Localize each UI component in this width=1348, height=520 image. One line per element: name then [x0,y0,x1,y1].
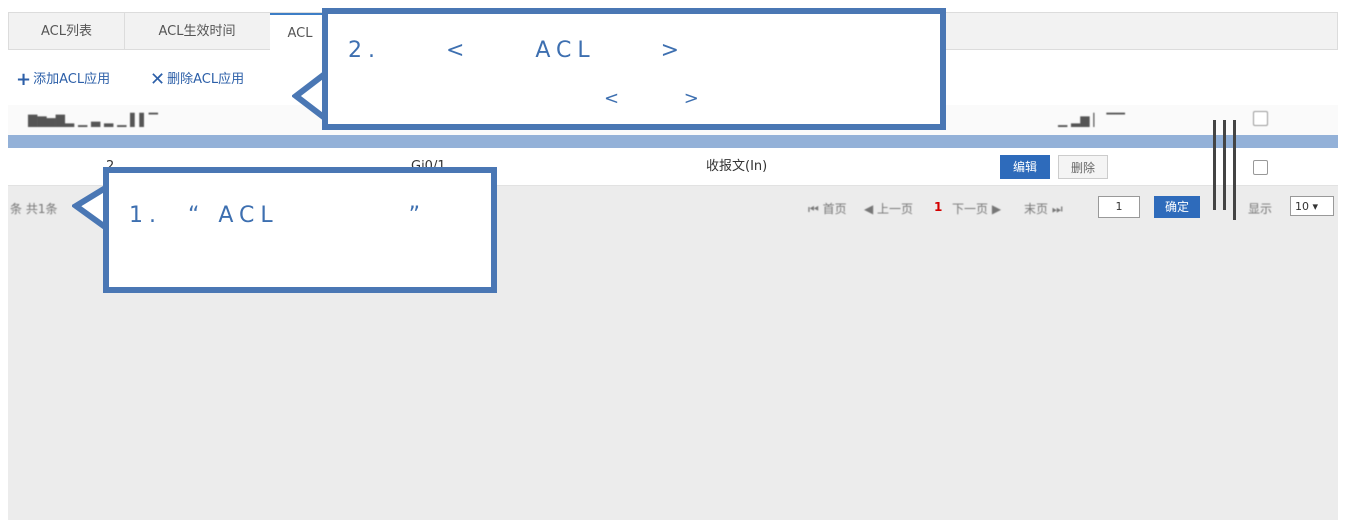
first-page-link[interactable]: ⏮ 首页 [808,200,847,217]
delete-button[interactable]: 删除 [1058,155,1108,179]
delete-acl-application-button[interactable]: ✕ 删除ACL应用 [150,70,244,90]
plus-icon: + [16,69,32,90]
next-page-icon: ▶ [988,202,1002,216]
per-page-select[interactable]: 10 ▾ [1290,196,1334,216]
callout-two-line2: < > [604,88,705,109]
confirm-page-button[interactable]: 确定 [1154,196,1200,218]
callout-two-line1: 2. < ACL > [348,38,686,63]
tab-acl-list[interactable]: ACL列表 [9,13,125,50]
add-acl-application-button[interactable]: + 添加ACL应用 [16,70,110,90]
callout-one-line1: 1. “ ACL ” [129,203,426,228]
tab-acl-effective-time[interactable]: ACL生效时间 [124,13,271,50]
callout-two: 2. < ACL > < > [322,8,946,130]
selection-band [8,135,1338,148]
page-number-input[interactable]: 1 [1098,196,1140,218]
select-all-checkbox[interactable] [1253,111,1268,126]
prev-page-icon: ◀ [864,202,878,216]
header-blur-1: ▇▆▅▇▂ ▁ ▃ ▂ ▁ ▌▌▔ [28,113,158,127]
prev-page-link[interactable]: ◀ 上一页 [864,200,913,217]
header-blur-2: ▁ ▂▆ ▏ ▔▔ [1058,113,1125,127]
close-icon: ✕ [150,69,166,90]
delete-acl-application-label: 删除ACL应用 [167,72,245,87]
row-direction: 收报文(In) [706,159,768,174]
last-page-link[interactable]: 末页 ⏭ [1024,200,1063,217]
callout-two-joint [328,70,334,118]
per-page-label: 显示 [1248,202,1273,216]
row-checkbox[interactable] [1253,160,1268,175]
current-page: 1 [934,200,943,214]
callout-one: 1. “ ACL ” [103,167,497,293]
first-page-icon: ⏮ [808,202,823,216]
last-page-icon: ⏭ [1048,202,1063,216]
pager-summary: 条 共1条 [10,202,58,216]
chevron-down-icon: ▾ [1312,200,1319,213]
next-page-link[interactable]: 下一页 ▶ [952,200,1001,217]
callout-one-joint [109,188,115,228]
edit-button[interactable]: 编辑 [1000,155,1050,179]
add-acl-application-label: 添加ACL应用 [33,72,111,87]
